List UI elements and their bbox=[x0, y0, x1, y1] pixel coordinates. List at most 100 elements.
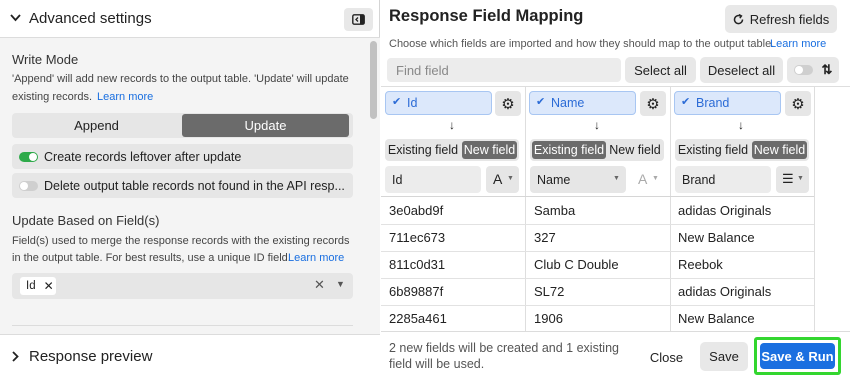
write-mode-toggle: Append Update bbox=[12, 113, 353, 138]
sidebar-collapse-icon bbox=[352, 14, 365, 25]
save-run-highlight: Save & Run bbox=[754, 337, 841, 375]
select-all-button[interactable]: Select all bbox=[625, 57, 696, 83]
create-leftover-toggle[interactable] bbox=[19, 152, 38, 162]
table-cell: Samba bbox=[534, 203, 576, 218]
delete-records-row[interactable]: Delete output table records not found in… bbox=[12, 173, 353, 198]
save-run-button[interactable]: Save & Run bbox=[760, 343, 835, 369]
table-cell: adidas Originals bbox=[678, 203, 772, 218]
merge-field-select[interactable]: Id ✕ ✕ ▼ bbox=[12, 273, 353, 299]
dropdown-caret-icon: ▼ bbox=[797, 175, 804, 182]
check-icon: ✔ bbox=[681, 96, 691, 108]
dropdown-caret-icon: ▼ bbox=[652, 175, 659, 182]
update-based-title: Update Based on Field(s) bbox=[12, 213, 160, 228]
filter-toggle-group: ⇅ bbox=[787, 57, 839, 83]
column-chip-name[interactable]: ✔ Name bbox=[529, 91, 636, 115]
field-type-toggle: Existing field New field bbox=[530, 139, 664, 161]
field-type-select[interactable]: ☰ ▼ bbox=[776, 166, 809, 193]
column-settings-button[interactable]: ⚙ bbox=[640, 91, 666, 116]
update-based-learn-more[interactable]: Learn more bbox=[288, 252, 344, 264]
write-mode-title: Write Mode bbox=[12, 52, 79, 67]
append-option[interactable]: Append bbox=[12, 113, 181, 138]
column-chip-id[interactable]: ✔ Id bbox=[385, 91, 492, 115]
footer-divider bbox=[381, 331, 850, 332]
chevron-down-icon bbox=[10, 14, 21, 22]
response-preview-header[interactable]: Response preview bbox=[0, 334, 380, 375]
close-button[interactable]: Close bbox=[639, 343, 694, 371]
output-field-name[interactable]: Id bbox=[385, 166, 481, 193]
find-field-input[interactable]: Find field bbox=[387, 58, 621, 82]
table-cell: 6b89887f bbox=[389, 284, 444, 299]
column-chip-brand[interactable]: ✔ Brand bbox=[674, 91, 781, 115]
new-field-option[interactable]: New field bbox=[752, 141, 807, 159]
table-cell: Club C Double bbox=[534, 257, 619, 272]
existing-field-value: Name bbox=[537, 173, 571, 187]
delete-records-toggle[interactable] bbox=[19, 181, 38, 191]
column-settings-button[interactable]: ⚙ bbox=[495, 91, 521, 116]
merge-field-tag-label: Id bbox=[26, 280, 36, 292]
field-type-toggle: Existing field New field bbox=[385, 139, 519, 161]
existing-field-option[interactable]: Existing field bbox=[385, 139, 461, 161]
footer-info-line1: 2 new fields will be created and 1 exist… bbox=[389, 341, 619, 355]
remove-tag-icon[interactable]: ✕ bbox=[44, 279, 54, 293]
merge-field-tag: Id ✕ bbox=[20, 277, 56, 295]
footer-info-line2: field will be used. bbox=[389, 357, 485, 371]
sort-icon[interactable]: ⇅ bbox=[822, 62, 833, 78]
arrow-down-icon: ↓ bbox=[594, 118, 600, 132]
check-icon: ✔ bbox=[536, 96, 546, 108]
dropdown-caret-icon: ▼ bbox=[613, 175, 620, 182]
arrow-down-icon: ↓ bbox=[449, 118, 455, 132]
delete-records-label: Delete output table records not found in… bbox=[44, 179, 345, 193]
column-name: Brand bbox=[696, 96, 730, 110]
gear-icon: ⚙ bbox=[501, 95, 515, 113]
find-field-placeholder: Find field bbox=[396, 63, 449, 78]
existing-field-option[interactable]: Existing field bbox=[675, 139, 751, 161]
field-type-toggle: Existing field New field bbox=[675, 139, 809, 161]
output-field-name[interactable]: Brand bbox=[675, 166, 771, 193]
new-field-option[interactable]: New field bbox=[607, 139, 663, 161]
collapse-panel-button[interactable] bbox=[344, 8, 373, 31]
table-cell: 1906 bbox=[534, 311, 563, 326]
field-type-select[interactable]: A ▼ bbox=[486, 166, 519, 193]
gear-icon: ⚙ bbox=[791, 95, 805, 113]
response-preview-title: Response preview bbox=[29, 348, 153, 365]
column-settings-button[interactable]: ⚙ bbox=[785, 91, 811, 116]
write-mode-desc-line1: 'Append' will add new records to the out… bbox=[12, 73, 349, 85]
table-cell: SL72 bbox=[534, 284, 565, 299]
create-leftover-label: Create records leftover after update bbox=[44, 150, 242, 164]
mapping-learn-more[interactable]: Learn more bbox=[770, 38, 826, 50]
table-cell: 327 bbox=[534, 230, 556, 245]
field-mapping-panel: Response Field Mapping Refresh fields Ch… bbox=[381, 0, 850, 375]
dropdown-caret-icon[interactable]: ▼ bbox=[336, 279, 345, 289]
save-button[interactable]: Save bbox=[700, 342, 748, 371]
text-type-icon: A bbox=[493, 171, 503, 187]
chevron-right-icon bbox=[12, 351, 19, 362]
existing-field-option[interactable]: Existing field bbox=[532, 141, 606, 159]
refresh-fields-button[interactable]: Refresh fields bbox=[725, 5, 837, 33]
settings-scrollbar-thumb[interactable] bbox=[370, 41, 377, 119]
advanced-settings-header[interactable]: Advanced settings bbox=[0, 0, 380, 38]
new-field-option[interactable]: New field bbox=[462, 141, 517, 159]
update-based-desc-line1: Field(s) used to merge the response reco… bbox=[12, 235, 350, 247]
gear-icon: ⚙ bbox=[646, 95, 660, 113]
table-cell: 811c0d31 bbox=[389, 257, 446, 272]
mapping-title: Response Field Mapping bbox=[389, 7, 584, 25]
write-mode-learn-more[interactable]: Learn more bbox=[97, 91, 153, 103]
show-selected-toggle[interactable] bbox=[793, 65, 813, 75]
create-leftover-row[interactable]: Create records leftover after update bbox=[12, 144, 353, 169]
write-mode-desc-line2: existing records. bbox=[12, 91, 93, 103]
column-name: Id bbox=[407, 96, 418, 110]
advanced-settings-panel: Advanced settings Write Mode 'Append' wi… bbox=[0, 0, 380, 375]
field-type-select: A ▼ bbox=[631, 166, 664, 193]
table-cell: New Balance bbox=[678, 311, 755, 326]
check-icon: ✔ bbox=[392, 96, 402, 108]
refresh-icon bbox=[733, 13, 744, 24]
update-option[interactable]: Update bbox=[182, 114, 349, 137]
settings-body: Write Mode 'Append' will add new records… bbox=[0, 38, 366, 334]
advanced-settings-title: Advanced settings bbox=[29, 10, 152, 27]
clear-select-icon[interactable]: ✕ bbox=[314, 277, 325, 293]
section-divider bbox=[12, 325, 353, 326]
deselect-all-button[interactable]: Deselect all bbox=[700, 57, 783, 83]
existing-field-select[interactable]: Name ▼ bbox=[530, 166, 626, 193]
refresh-fields-label: Refresh fields bbox=[749, 11, 830, 27]
dropdown-caret-icon: ▼ bbox=[507, 175, 514, 182]
